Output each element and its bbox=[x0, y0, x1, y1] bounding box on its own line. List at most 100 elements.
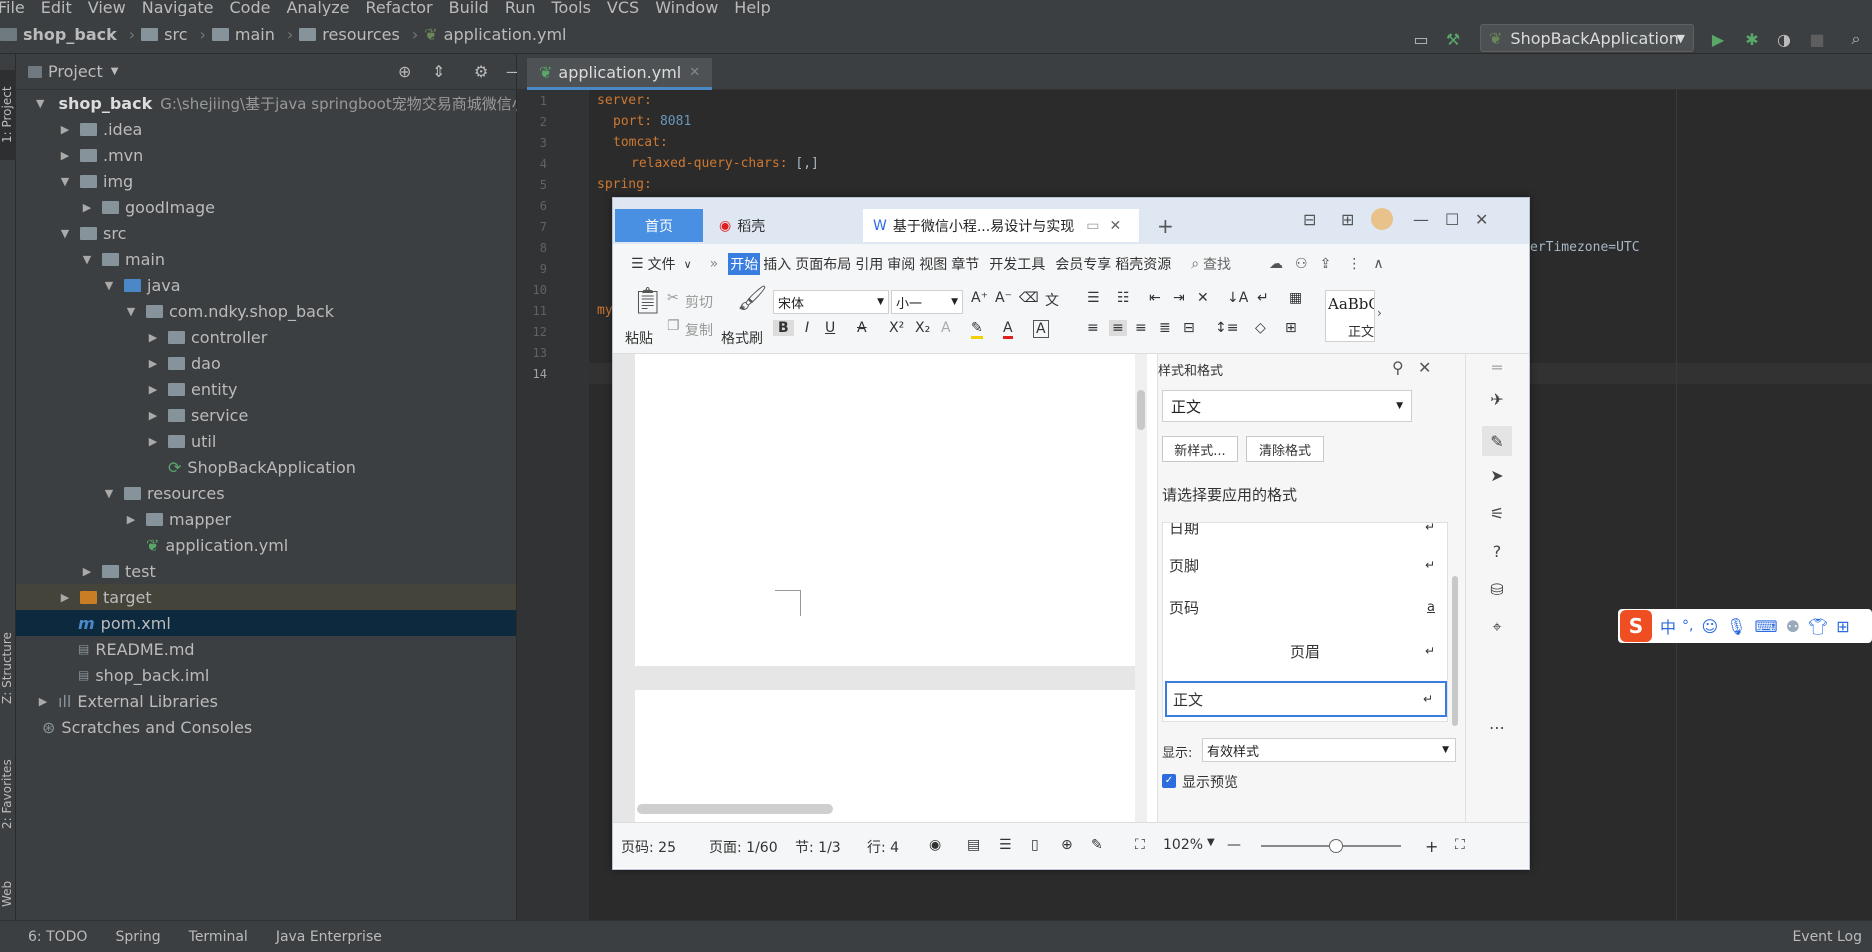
collapse-arrow-icon[interactable]: ▶ bbox=[146, 383, 160, 396]
text-effect-icon[interactable]: A bbox=[941, 320, 951, 336]
run-icon[interactable]: ▶ bbox=[1709, 30, 1727, 49]
pen-icon[interactable]: ✎ bbox=[1482, 426, 1512, 456]
chevron-down-icon[interactable]: ∨ bbox=[684, 258, 692, 271]
coverage-icon[interactable]: ◑ bbox=[1775, 30, 1793, 49]
wps-tab-daoke[interactable]: ◉ 稻壳 bbox=[709, 209, 809, 242]
tree-item-external-libraries[interactable]: ▶ ıll External Libraries bbox=[16, 688, 516, 714]
tree-item-util[interactable]: ▶ util bbox=[16, 428, 516, 454]
tree-item-pom-xml[interactable]: m pom.xml bbox=[16, 610, 516, 636]
collapse-arrow-icon[interactable]: ▶ bbox=[124, 513, 138, 526]
paste-icon[interactable]: 📋︎ bbox=[631, 286, 664, 316]
shrink-font-icon[interactable]: A⁻ bbox=[995, 290, 1012, 306]
ribbon-tab-layout[interactable]: 页面布局 bbox=[795, 254, 851, 274]
event-log-tool-tab[interactable]: Event Log bbox=[1792, 929, 1862, 945]
show-preview-label[interactable]: 显示预览 bbox=[1182, 772, 1238, 792]
hamburger-icon[interactable]: ☰ bbox=[631, 256, 644, 272]
show-preview-checkbox[interactable]: ✓ bbox=[1162, 774, 1176, 788]
breadcrumb-shop-back[interactable]: shop_back bbox=[0, 25, 117, 44]
reading-mode-icon[interactable]: ⊟ bbox=[1303, 210, 1316, 229]
terminal-tool-tab[interactable]: Terminal bbox=[189, 929, 248, 945]
ribbon-tab-view[interactable]: 视图 bbox=[919, 254, 947, 274]
align-right-icon[interactable]: ≡ bbox=[1135, 320, 1147, 336]
write-view-icon[interactable]: ✎ bbox=[1091, 837, 1103, 853]
project-view-selector[interactable]: Project bbox=[48, 62, 103, 81]
menu-window[interactable]: Window bbox=[655, 0, 718, 16]
close-tab-icon[interactable]: ✕ bbox=[689, 65, 700, 80]
stop-icon[interactable]: ■ bbox=[1808, 30, 1826, 49]
expand-arrow-icon[interactable]: ▼ bbox=[102, 279, 116, 292]
share-icon[interactable]: ⇪ bbox=[1320, 256, 1332, 272]
paste-button[interactable]: 粘贴 bbox=[625, 328, 653, 348]
grow-font-icon[interactable]: A⁺ bbox=[971, 290, 988, 306]
collapse-arrow-icon[interactable]: ▶ bbox=[58, 149, 72, 162]
styles-pane-title[interactable]: 样式和格式 bbox=[1158, 360, 1223, 379]
tree-item-readme[interactable]: ▤ README.md bbox=[16, 636, 516, 662]
style-item-footer[interactable]: 页脚 ↵ bbox=[1163, 547, 1447, 583]
cursor-icon[interactable]: ➤ bbox=[1486, 464, 1508, 486]
collaborate-icon[interactable]: ⚇ bbox=[1295, 256, 1308, 272]
help-icon[interactable]: ? bbox=[1486, 540, 1508, 562]
user-icon[interactable]: ⚉ bbox=[1786, 617, 1800, 636]
ime-punctuation-mode[interactable]: °, bbox=[1682, 618, 1693, 634]
ribbon-tab-chapter[interactable]: 章节 bbox=[951, 254, 979, 274]
cut-button[interactable]: 剪切 bbox=[685, 292, 713, 312]
close-window-icon[interactable]: ✕ bbox=[1475, 210, 1488, 229]
line-spacing-icon[interactable]: ↕≡ bbox=[1215, 320, 1238, 336]
italic-icon[interactable]: I bbox=[805, 320, 809, 336]
java-enterprise-tool-tab[interactable]: Java Enterprise bbox=[276, 929, 382, 945]
collapse-arrow-icon[interactable]: ▶ bbox=[58, 123, 72, 136]
outline-view-icon[interactable]: ☰ bbox=[999, 837, 1012, 853]
fullscreen-icon[interactable]: ⛶ bbox=[1455, 837, 1465, 853]
ribbon-tab-member[interactable]: 会员专享 bbox=[1055, 254, 1111, 274]
tree-item-service[interactable]: ▶ service bbox=[16, 402, 516, 428]
sogou-logo-icon[interactable]: S bbox=[1620, 610, 1652, 642]
zoom-select[interactable]: 102% bbox=[1163, 837, 1203, 853]
tree-item-mvn[interactable]: ▶ .mvn bbox=[16, 142, 516, 168]
collapse-ribbon-icon[interactable]: ∧ bbox=[1373, 256, 1383, 272]
new-tab-button[interactable]: + bbox=[1147, 209, 1174, 242]
todo-tool-tab[interactable]: 6: TODO bbox=[28, 929, 87, 945]
editor-tab-application-yml[interactable]: ❦ application.yml ✕ bbox=[527, 58, 713, 90]
menu-file-wps[interactable]: 文件 bbox=[648, 254, 676, 274]
tree-item-application-yml[interactable]: ❦ application.yml bbox=[16, 532, 516, 558]
more-icon[interactable]: ⋯ bbox=[1486, 716, 1508, 738]
more-menu-icon[interactable]: ⋮ bbox=[1347, 256, 1361, 272]
breadcrumb-resources[interactable]: resources bbox=[299, 25, 400, 44]
build-hammer-icon[interactable]: ⚒ bbox=[1444, 30, 1462, 49]
menu-run[interactable]: Run bbox=[505, 0, 536, 16]
collapse-arrow-icon[interactable]: ▶ bbox=[80, 565, 94, 578]
decrease-indent-icon[interactable]: ⇤ bbox=[1149, 290, 1161, 306]
keyboard-icon[interactable]: ⌨ bbox=[1754, 617, 1777, 636]
pin-icon[interactable]: ⚲ bbox=[1392, 358, 1404, 377]
fit-page-icon[interactable]: ⛶ bbox=[1135, 837, 1145, 853]
format-painter-button[interactable]: 格式刷 bbox=[721, 328, 763, 348]
eye-protect-icon[interactable]: ◉ bbox=[929, 837, 941, 853]
zoom-out-icon[interactable]: — bbox=[1227, 837, 1241, 853]
bullets-icon[interactable]: ☰ bbox=[1087, 290, 1100, 306]
menu-vcs[interactable]: VCS bbox=[607, 0, 639, 16]
tree-item-img[interactable]: ▼ img bbox=[16, 168, 516, 194]
style-item-header[interactable]: 页眉 ↵ bbox=[1163, 633, 1447, 669]
eraser-icon[interactable]: ⌫ bbox=[1019, 290, 1039, 306]
tab-float-icon[interactable]: ▭ bbox=[1086, 218, 1099, 234]
zoom-in-icon[interactable]: + bbox=[1425, 837, 1438, 856]
spring-tool-tab[interactable]: Spring bbox=[115, 929, 160, 945]
numbering-icon[interactable]: ☷ bbox=[1117, 290, 1130, 306]
web-view-icon[interactable]: ⊕ bbox=[1061, 837, 1073, 853]
expand-arrow-icon[interactable]: ▼ bbox=[124, 305, 138, 318]
ribbon-tab-references[interactable]: 引用 bbox=[855, 254, 883, 274]
layout-icon[interactable]: ▭ bbox=[1412, 30, 1430, 49]
tree-item-package[interactable]: ▼ com.ndky.shop_back bbox=[16, 298, 516, 324]
settings-sliders-icon[interactable]: ⚟ bbox=[1486, 502, 1508, 524]
dropdown-arrow-icon[interactable]: ▼ bbox=[111, 66, 119, 77]
ribbon-tab-review[interactable]: 审阅 bbox=[887, 254, 915, 274]
underline-icon[interactable]: U bbox=[825, 320, 835, 336]
menu-edit[interactable]: Edit bbox=[41, 0, 72, 16]
close-tab-icon[interactable]: ✕ bbox=[1109, 218, 1121, 234]
ime-chinese-mode[interactable]: 中 bbox=[1660, 614, 1676, 638]
chinese-layout-icon[interactable]: ✕ bbox=[1197, 290, 1209, 306]
tree-item-iml[interactable]: ▤ shop_back.iml bbox=[16, 662, 516, 688]
drag-handle-icon[interactable]: ═ bbox=[1486, 356, 1508, 378]
align-center-icon[interactable]: ≡ bbox=[1109, 320, 1127, 336]
tree-item-entity[interactable]: ▶ entity bbox=[16, 376, 516, 402]
